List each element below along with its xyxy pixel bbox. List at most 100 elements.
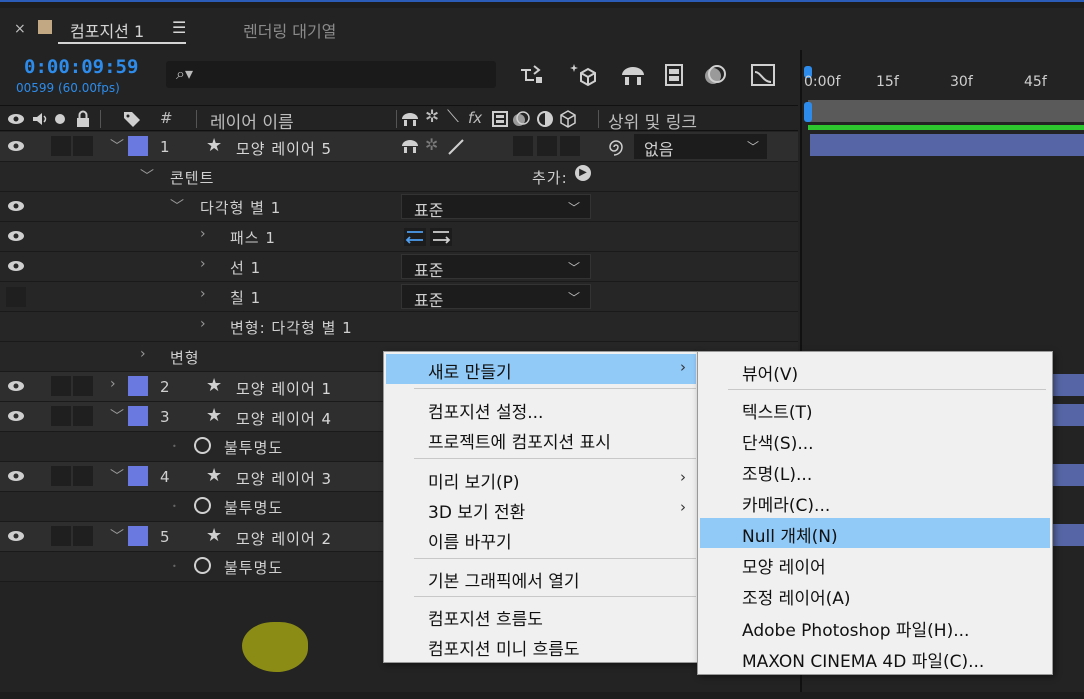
property-row[interactable]: ﹀ 콘텐트 추가: ▶ — [0, 162, 798, 192]
adjustment-switch-icon[interactable] — [536, 110, 554, 128]
path-direction-forward-icon[interactable] — [430, 228, 452, 246]
parent-select[interactable]: 없음 ﹀ — [634, 134, 767, 159]
property-row[interactable]: › 선 1 표준 ﹀ — [0, 252, 798, 282]
motion-blur-switch-icon[interactable] — [512, 110, 530, 128]
motion-blur-toggle[interactable] — [513, 136, 533, 156]
chevron-right-icon[interactable]: › — [200, 256, 206, 272]
chevron-down-icon[interactable]: ﹀ — [110, 406, 124, 426]
visibility-eye-icon[interactable] — [7, 200, 25, 212]
menu-item-solid[interactable]: 단색(S)... — [700, 425, 1050, 455]
add-menu-label[interactable]: 추가: — [532, 167, 568, 188]
graph-editor-icon[interactable] — [748, 60, 778, 90]
visibility-eye-icon[interactable] — [7, 470, 25, 482]
property-row[interactable]: › 패스 1 — [0, 222, 798, 252]
collapse-switch-icon[interactable]: ✲ — [425, 107, 439, 127]
menu-item-light[interactable]: 조명(L)... — [700, 456, 1050, 486]
time-ruler[interactable]: 0:00f 15f 30f 45f — [802, 58, 1084, 98]
visibility-eye-icon[interactable] — [7, 530, 25, 542]
chevron-right-icon[interactable]: › — [110, 376, 116, 392]
work-area-bar[interactable] — [808, 100, 1084, 122]
menu-item-cinema4d-file[interactable]: MAXON CINEMA 4D 파일(C)... — [700, 643, 1050, 673]
column-parent-link[interactable]: 상위 및 링크 — [608, 108, 697, 133]
chevron-down-icon[interactable]: ﹀ — [110, 136, 124, 156]
menu-item-comp-mini-flowchart[interactable]: 컴포지션 미니 흐름도 — [386, 631, 696, 661]
menu-item-new[interactable]: 새로 만들기 › — [386, 354, 696, 384]
blend-mode-select[interactable]: 표준 ﹀ — [401, 194, 591, 220]
layer-name[interactable]: 모양 레이어 2 — [236, 528, 332, 549]
label-color-swatch[interactable] — [128, 526, 148, 546]
chevron-right-icon[interactable]: › — [200, 316, 206, 332]
layer-name[interactable]: 모양 레이어 3 — [236, 468, 332, 489]
property-row[interactable]: › 변형: 다각형 별 1 — [0, 312, 798, 342]
effect-switch-icon[interactable]: fx — [468, 109, 482, 127]
chevron-down-icon[interactable]: ﹀ — [170, 196, 184, 216]
menu-item-comp-flowchart[interactable]: 컴포지션 흐름도 — [386, 601, 696, 631]
visibility-eye-icon[interactable] — [7, 260, 25, 272]
shy-layers-icon[interactable] — [618, 60, 648, 90]
chevron-down-icon[interactable]: ﹀ — [110, 466, 124, 486]
label-tag-icon[interactable] — [122, 110, 142, 128]
adjustment-toggle[interactable] — [537, 136, 557, 156]
chevron-right-icon[interactable]: › — [200, 226, 206, 242]
stopwatch-icon[interactable] — [194, 437, 211, 454]
lock-toggle[interactable] — [73, 376, 93, 396]
blend-mode-select[interactable]: 표준 ﹀ — [401, 284, 591, 310]
panel-menu-icon[interactable]: ☰ — [172, 18, 186, 37]
add-arrow-icon[interactable]: ▶ — [575, 165, 591, 181]
solo-toggle[interactable] — [51, 376, 71, 396]
layer-name[interactable]: 모양 레이어 5 — [236, 138, 332, 159]
solo-toggle[interactable] — [51, 526, 71, 546]
column-number[interactable]: # — [160, 109, 173, 127]
path-direction-reverse-icon[interactable] — [404, 228, 426, 246]
stopwatch-icon[interactable] — [194, 497, 211, 514]
menu-item-viewer[interactable]: 뷰어(V) — [700, 356, 1050, 386]
menu-item-comp-settings[interactable]: 컴포지션 설정... — [386, 394, 696, 424]
chevron-down-icon[interactable]: ﹀ — [140, 166, 154, 186]
shy-switch-icon[interactable] — [401, 138, 419, 154]
label-color-swatch[interactable] — [128, 136, 148, 156]
search-icon[interactable]: ⌕▾ — [176, 64, 193, 84]
collapse-switch-icon[interactable]: ✲ — [425, 135, 438, 154]
property-row[interactable]: ﹀ 다각형 별 1 표준 ﹀ — [0, 192, 798, 222]
layer-name[interactable]: 모양 레이어 1 — [236, 378, 332, 399]
lock-toggle[interactable] — [73, 526, 93, 546]
solo-toggle[interactable] — [51, 136, 71, 156]
layer-name[interactable]: 모양 레이어 4 — [236, 408, 332, 429]
visibility-eye-icon[interactable] — [7, 140, 25, 152]
menu-item-camera[interactable]: 카메라(C)... — [700, 487, 1050, 517]
menu-item-rename[interactable]: 이름 바꾸기 — [386, 524, 696, 554]
menu-item-adjustment-layer[interactable]: 조정 레이어(A) — [700, 580, 1050, 610]
column-layer-name[interactable]: 레이어 이름 — [210, 108, 294, 133]
menu-item-switch-3d-view[interactable]: 3D 보기 전환 › — [386, 494, 696, 524]
blend-mode-select[interactable]: 표준 ﹀ — [401, 254, 591, 280]
solo-toggle[interactable] — [51, 406, 71, 426]
quality-switch-icon[interactable] — [447, 138, 465, 156]
lock-toggle[interactable] — [73, 406, 93, 426]
visibility-eye-icon[interactable] — [7, 410, 25, 422]
shy-switch-icon[interactable] — [401, 111, 419, 127]
draft-3d-icon[interactable] — [568, 60, 598, 90]
chevron-right-icon[interactable]: › — [200, 286, 206, 302]
property-row[interactable]: › 칠 1 표준 ﹀ — [0, 282, 798, 312]
chevron-down-icon[interactable]: ﹀ — [110, 526, 124, 546]
motion-blur-icon[interactable] — [700, 60, 730, 90]
current-time-display[interactable]: 0:00:09:59 — [24, 56, 138, 78]
3d-layer-switch-icon[interactable] — [559, 110, 577, 128]
frame-blend-switch-icon[interactable] — [492, 111, 508, 127]
menu-item-shape-layer[interactable]: 모양 레이어 — [700, 549, 1050, 579]
lock-icon[interactable] — [76, 110, 90, 128]
menu-item-photoshop-file[interactable]: Adobe Photoshop 파일(H)... — [700, 612, 1050, 642]
visibility-eye-icon[interactable] — [7, 380, 25, 392]
close-tab-icon[interactable]: × — [14, 21, 26, 37]
menu-item-null-object[interactable]: Null 개체(N) — [700, 518, 1050, 548]
menu-item-preview[interactable]: 미리 보기(P) › — [386, 464, 696, 494]
visibility-eye-icon[interactable] — [7, 230, 25, 242]
visibility-toggle-off[interactable] — [6, 287, 26, 307]
label-color-swatch[interactable] — [128, 466, 148, 486]
audio-speaker-icon[interactable] — [31, 110, 49, 128]
quality-switch-icon[interactable]: ⟍ — [447, 107, 459, 127]
layer-search-input[interactable]: ⌕▾ — [166, 61, 496, 88]
pick-whip-icon[interactable] — [606, 137, 626, 157]
layer-duration-bar[interactable] — [810, 134, 1084, 156]
menu-item-text[interactable]: 텍스트(T) — [700, 394, 1050, 424]
